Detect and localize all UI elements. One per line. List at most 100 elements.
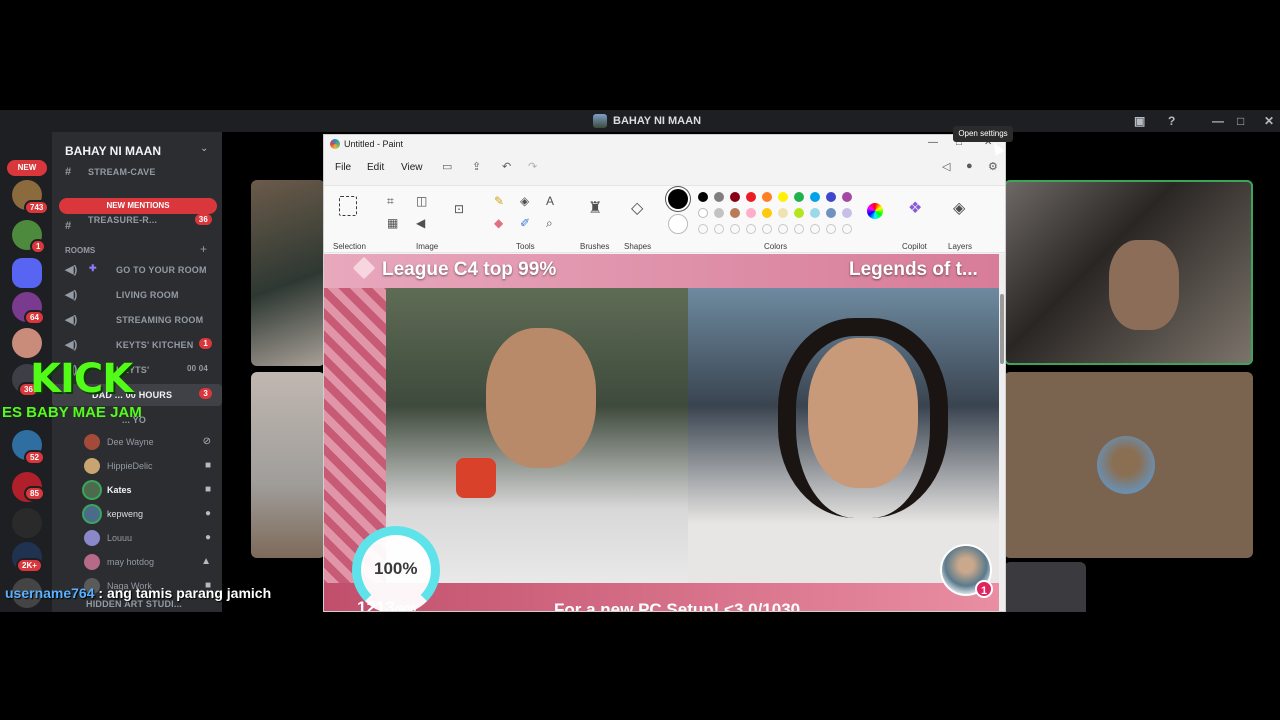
menu-file[interactable]: File [335,162,351,173]
color-swatch[interactable] [730,208,740,218]
add-channel-icon[interactable]: + [200,242,207,256]
voice-channel[interactable]: ◀) KEYTS' KITCHEN 1 [52,334,222,356]
color-swatch[interactable] [730,224,740,234]
color-swatch[interactable] [762,192,772,202]
close-icon[interactable]: ✕ [1264,114,1274,128]
menu-view[interactable]: View [401,162,423,173]
video-tile-speaking[interactable] [1004,180,1253,365]
color-swatch[interactable] [698,192,708,202]
crop-icon[interactable]: ⌗ [387,194,394,209]
new-pill[interactable]: NEW [7,160,47,176]
color-swatch[interactable] [778,224,788,234]
share-icon[interactable]: ⇪ [472,160,481,173]
eraser-icon[interactable]: ◆ [494,216,503,230]
voice-user[interactable]: kepweng ● [82,504,217,524]
color-swatch[interactable] [794,192,804,202]
color-swatch[interactable] [826,192,836,202]
save-icon[interactable]: ▭ [442,160,452,173]
screen-share-icon[interactable]: ▣ [1134,114,1145,128]
redo-icon[interactable]: ↷ [528,160,537,173]
color-swatch[interactable] [842,208,852,218]
pencil-icon[interactable]: ✎ [494,194,504,208]
server-icon[interactable] [12,508,42,538]
color-swatch[interactable] [762,208,772,218]
magnifier-icon[interactable]: ⌕ [546,216,553,231]
color-picker-icon[interactable]: ✐ [520,216,530,230]
channel-item[interactable]: # STREAM-CAVE [52,162,222,184]
rotate-icon[interactable]: ◀ [416,216,425,230]
group-label: Image [416,242,439,251]
color-swatch[interactable] [746,192,756,202]
gear-icon[interactable]: ⚙ [988,160,998,173]
server-name[interactable]: BAHAY NI MAAN [65,144,161,158]
diamond-icon [352,256,376,280]
speaker-icon: ◀) [65,264,78,276]
brush-icon[interactable]: ♜ [588,198,602,218]
resize-icon[interactable]: ◫ [416,194,427,208]
color-swatch[interactable] [826,208,836,218]
voice-channel[interactable]: ◀) LIVING ROOM [52,284,222,306]
voice-channel[interactable]: ◀) STREAMING ROOM [52,309,222,331]
color-swatch[interactable] [762,224,772,234]
channel-item[interactable]: # TREASURE-R... 36 [52,214,222,238]
secondary-color-swatch[interactable] [668,214,688,234]
color-swatch[interactable] [810,192,820,202]
color-swatch[interactable] [826,224,836,234]
minimize-icon[interactable]: — [928,137,938,148]
chevron-down-icon[interactable]: ⌄ [200,143,208,154]
color-swatch[interactable] [698,224,708,234]
color-swatch[interactable] [794,224,804,234]
color-swatch[interactable] [730,192,740,202]
rooms-header[interactable]: ROOMS [65,246,95,255]
color-swatch[interactable] [842,192,852,202]
image-creator-icon[interactable]: ⊡ [454,202,464,216]
undo-icon[interactable]: ↶ [502,160,511,173]
server-icon[interactable] [12,258,42,288]
help-icon[interactable]: ? [1168,114,1175,128]
comment-icon[interactable]: ◁ [942,160,950,173]
copilot-icon[interactable]: ❖ [908,198,922,218]
voice-user[interactable]: Dee Wayne ⊘ [82,432,217,452]
color-swatch[interactable] [794,208,804,218]
menu-edit[interactable]: Edit [367,162,384,173]
video-tile[interactable] [251,372,325,558]
voice-user[interactable]: HippieDelic ■ [82,456,217,476]
scrollbar[interactable] [999,254,1005,611]
voice-user[interactable]: may hotdog ▲ [82,552,217,572]
layers-icon[interactable]: ◈ [953,198,965,218]
shapes-icon[interactable]: ◇ [631,198,643,218]
new-mentions-pill[interactable]: NEW MENTIONS [59,198,217,214]
color-swatch[interactable] [842,224,852,234]
color-swatch[interactable] [714,192,724,202]
voice-user[interactable]: Kates ■ [82,480,217,500]
color-swatch[interactable] [746,224,756,234]
minimize-icon[interactable]: — [1212,114,1224,128]
select-image-icon[interactable]: ▦ [387,216,398,230]
goal-counter: 1213/900 [357,598,417,612]
color-swatch[interactable] [714,208,724,218]
guest-hair [778,318,948,518]
voice-channel[interactable]: ◀) ✚ GO TO YOUR ROOM [52,259,222,281]
color-swatch[interactable] [810,208,820,218]
maximize-icon[interactable]: □ [1237,114,1244,128]
color-swatch[interactable] [698,208,708,218]
video-tile[interactable] [1004,372,1253,558]
text-icon[interactable]: A [546,194,554,208]
color-swatch[interactable] [810,224,820,234]
primary-color-swatch[interactable] [668,189,688,209]
selection-icon[interactable] [339,196,357,216]
paint-canvas[interactable]: League C4 top 99% Legends of t... 100% 1… [324,254,1001,612]
account-icon[interactable]: ● [966,160,973,172]
fill-icon[interactable]: ◈ [520,194,529,208]
color-swatch[interactable] [714,224,724,234]
video-tile[interactable] [251,180,325,366]
edit-colors-icon[interactable] [867,203,883,219]
paint-title-bar: Untitled - Paint — □ ✕ [324,135,1005,153]
voice-user[interactable]: Louuu ● [82,528,217,548]
color-swatch[interactable] [746,208,756,218]
scroll-thumb[interactable] [1000,294,1004,364]
color-swatch[interactable] [778,192,788,202]
video-tile[interactable] [1004,562,1086,612]
color-swatch[interactable] [778,208,788,218]
server-icon[interactable] [12,328,42,358]
